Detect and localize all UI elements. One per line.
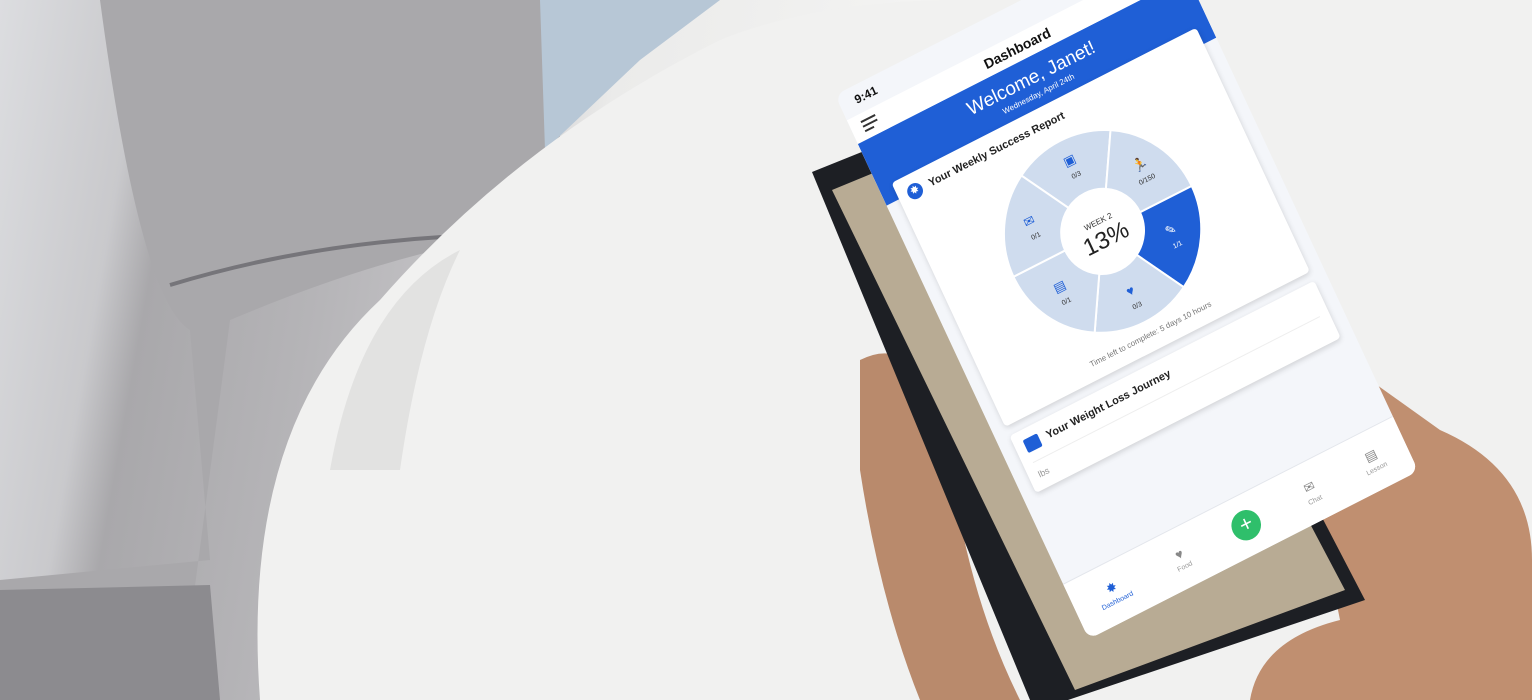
tab-chat[interactable]: ✉ Chat (1299, 477, 1323, 507)
dashboard-icon: ✸ (1103, 578, 1120, 597)
menu-icon[interactable] (860, 114, 881, 135)
progress-wheel: ▣0/3🏃0/150✎1/1♥0/3▤0/1✉0/1 WEEK 2 13% (1003, 128, 1203, 334)
armchair-arm (0, 585, 220, 700)
tab-lesson[interactable]: ▤ Lesson (1358, 444, 1389, 477)
scale-icon (1022, 433, 1043, 454)
plus-icon: + (1226, 504, 1267, 546)
lesson-icon: ▤ (1362, 445, 1380, 466)
status-time: 9:41 (852, 83, 880, 107)
dashboard-icon: ✸ (904, 180, 926, 202)
chat-icon: ✉ (1301, 477, 1318, 497)
food-icon: ♥ (1172, 545, 1186, 563)
photo-background: 9:41 ◠ Dashboard Welcome, Janet! Wednesd… (0, 0, 1532, 700)
tab-add[interactable]: + (1226, 504, 1267, 546)
tab-food[interactable]: ♥ Food (1169, 543, 1193, 573)
tab-dashboard[interactable]: ✸ Dashboard (1093, 573, 1134, 612)
